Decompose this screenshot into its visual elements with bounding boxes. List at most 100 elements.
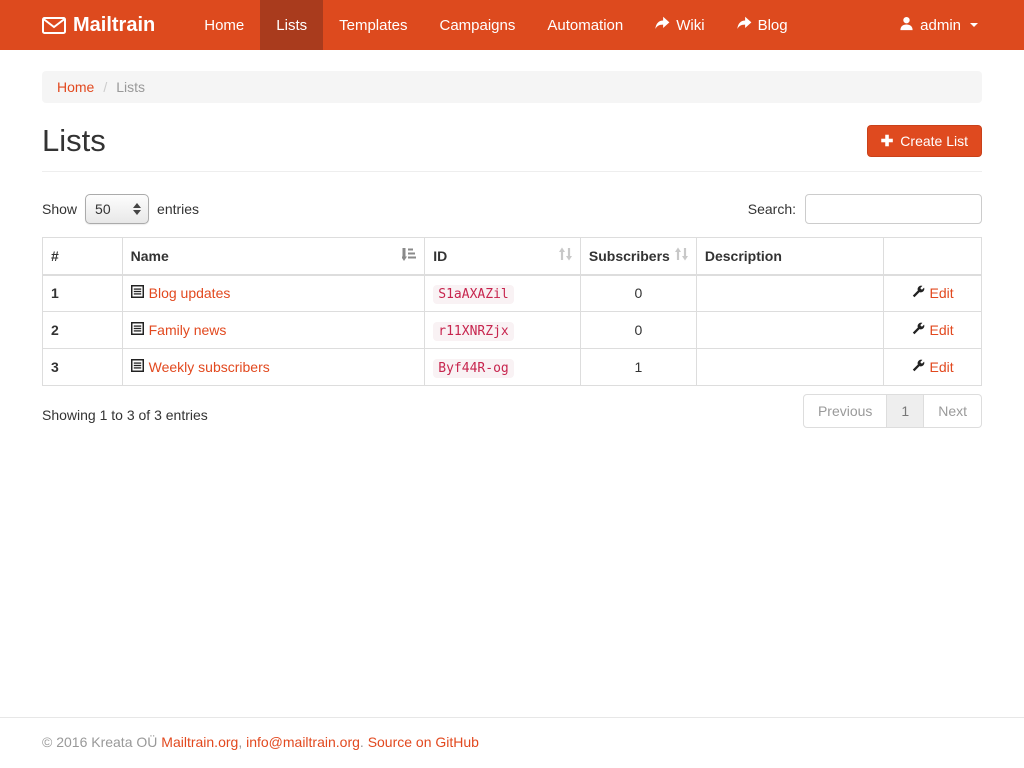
row-id-cell: S1aAXAZil bbox=[425, 275, 581, 312]
envelope-icon bbox=[42, 17, 66, 34]
table-row: 1 Blog updates S1aAXAZil 0 Edit bbox=[43, 275, 982, 312]
user-name: admin bbox=[920, 17, 961, 34]
row-name-cell: Blog updates bbox=[122, 275, 425, 312]
row-number: 2 bbox=[43, 312, 123, 349]
pagination-previous[interactable]: Previous bbox=[803, 394, 887, 428]
footer-separator: , bbox=[238, 734, 242, 750]
header-name[interactable]: Name bbox=[122, 238, 425, 275]
create-list-button[interactable]: ✚ Create List bbox=[867, 125, 982, 157]
mailtrain-org-link[interactable]: Mailtrain.org bbox=[161, 734, 238, 750]
row-name-cell: Weekly subscribers bbox=[122, 349, 425, 386]
nav-label: Campaigns bbox=[439, 17, 515, 34]
breadcrumb-home-link[interactable]: Home bbox=[57, 79, 94, 95]
edit-label: Edit bbox=[930, 322, 954, 338]
table-footer: Showing 1 to 3 of 3 entries Previous 1 N… bbox=[42, 391, 982, 428]
page-header: Lists ✚ Create List bbox=[42, 123, 982, 172]
edit-link[interactable]: Edit bbox=[912, 359, 954, 375]
list-id: r11XNRZjx bbox=[433, 322, 513, 341]
list-id: Byf44R-og bbox=[433, 359, 513, 378]
header-num: # bbox=[43, 238, 123, 275]
site-footer: © 2016 Kreata OÜ Mailtrain.org, info@mai… bbox=[0, 717, 1024, 768]
page-size-select[interactable]: 50 bbox=[85, 194, 149, 224]
nav-label: Blog bbox=[758, 17, 788, 34]
row-edit-cell: Edit bbox=[884, 349, 982, 386]
edit-link[interactable]: Edit bbox=[912, 285, 954, 301]
search-label: Search: bbox=[748, 201, 796, 217]
row-subscribers: 1 bbox=[580, 349, 696, 386]
brand-logo[interactable]: Mailtrain bbox=[42, 0, 170, 50]
share-icon bbox=[737, 16, 752, 34]
content-spacer bbox=[0, 428, 1024, 717]
sort-both-icon bbox=[675, 247, 688, 264]
main-content: Home / Lists Lists ✚ Create List Show 50… bbox=[27, 50, 997, 428]
list-name: Weekly subscribers bbox=[149, 359, 270, 375]
page-size-value: 50 bbox=[95, 201, 111, 217]
table-controls: Show 50 entries Search: bbox=[42, 194, 982, 224]
edit-link[interactable]: Edit bbox=[912, 322, 954, 338]
row-number: 1 bbox=[43, 275, 123, 312]
wrench-icon bbox=[912, 322, 925, 338]
header-subscribers[interactable]: Subscribers bbox=[580, 238, 696, 275]
nav-item-templates[interactable]: Templates bbox=[323, 0, 423, 50]
breadcrumb: Home / Lists bbox=[42, 71, 982, 103]
header-id[interactable]: ID bbox=[425, 238, 581, 275]
row-edit-cell: Edit bbox=[884, 275, 982, 312]
entries-label: entries bbox=[157, 201, 199, 217]
header-actions bbox=[884, 238, 982, 275]
nav-item-home[interactable]: Home bbox=[188, 0, 260, 50]
page-length-control: Show 50 entries bbox=[42, 194, 199, 224]
page-title: Lists bbox=[42, 123, 106, 159]
contact-email-link[interactable]: info@mailtrain.org bbox=[246, 734, 360, 750]
sort-both-icon bbox=[559, 247, 572, 264]
nav-item-lists[interactable]: Lists bbox=[260, 0, 323, 50]
list-link[interactable]: Blog updates bbox=[131, 285, 231, 301]
nav-label: Templates bbox=[339, 17, 407, 34]
list-link[interactable]: Family news bbox=[131, 322, 227, 338]
header-description: Description bbox=[696, 238, 883, 275]
list-name: Blog updates bbox=[149, 285, 231, 301]
chevron-down-icon bbox=[970, 23, 978, 27]
create-list-label: Create List bbox=[900, 133, 968, 149]
nav-label: Home bbox=[204, 17, 244, 34]
row-number: 3 bbox=[43, 349, 123, 386]
row-id-cell: r11XNRZjx bbox=[425, 312, 581, 349]
row-id-cell: Byf44R-og bbox=[425, 349, 581, 386]
pagination-next[interactable]: Next bbox=[924, 394, 982, 428]
user-icon bbox=[899, 16, 914, 35]
nav-item-automation[interactable]: Automation bbox=[531, 0, 639, 50]
nav-item-campaigns[interactable]: Campaigns bbox=[423, 0, 531, 50]
search-control: Search: bbox=[748, 194, 982, 224]
copyright-text: © 2016 Kreata OÜ bbox=[42, 734, 157, 750]
row-subscribers: 0 bbox=[580, 312, 696, 349]
header-name-label: Name bbox=[131, 248, 169, 264]
brand-name: Mailtrain bbox=[73, 14, 155, 37]
list-name: Family news bbox=[149, 322, 227, 338]
row-subscribers: 0 bbox=[580, 275, 696, 312]
table-header-row: # Name ID bbox=[43, 238, 982, 275]
search-input[interactable] bbox=[805, 194, 982, 224]
edit-label: Edit bbox=[930, 285, 954, 301]
row-description bbox=[696, 312, 883, 349]
pagination-page-1[interactable]: 1 bbox=[887, 394, 924, 428]
row-name-cell: Family news bbox=[122, 312, 425, 349]
github-source-link[interactable]: Source on GitHub bbox=[368, 734, 479, 750]
sort-desc-icon bbox=[402, 247, 416, 264]
nav-label: Lists bbox=[276, 17, 307, 34]
pagination: Previous 1 Next bbox=[803, 394, 982, 428]
nav-item-blog[interactable]: Blog bbox=[721, 0, 804, 50]
list-icon bbox=[131, 285, 144, 301]
user-menu[interactable]: admin bbox=[884, 0, 982, 50]
nav-label: Wiki bbox=[676, 17, 704, 34]
list-id: S1aAXAZil bbox=[433, 285, 513, 304]
next-label: Next bbox=[924, 395, 981, 427]
list-link[interactable]: Weekly subscribers bbox=[131, 359, 270, 375]
nav-label: Automation bbox=[547, 17, 623, 34]
edit-label: Edit bbox=[930, 359, 954, 375]
list-icon bbox=[131, 359, 144, 375]
previous-label: Previous bbox=[804, 395, 886, 427]
page-number: 1 bbox=[887, 395, 923, 427]
entries-summary: Showing 1 to 3 of 3 entries bbox=[42, 397, 208, 423]
nav-item-wiki[interactable]: Wiki bbox=[639, 0, 720, 50]
select-arrows-icon bbox=[133, 203, 141, 215]
lists-table: # Name ID bbox=[42, 237, 982, 386]
